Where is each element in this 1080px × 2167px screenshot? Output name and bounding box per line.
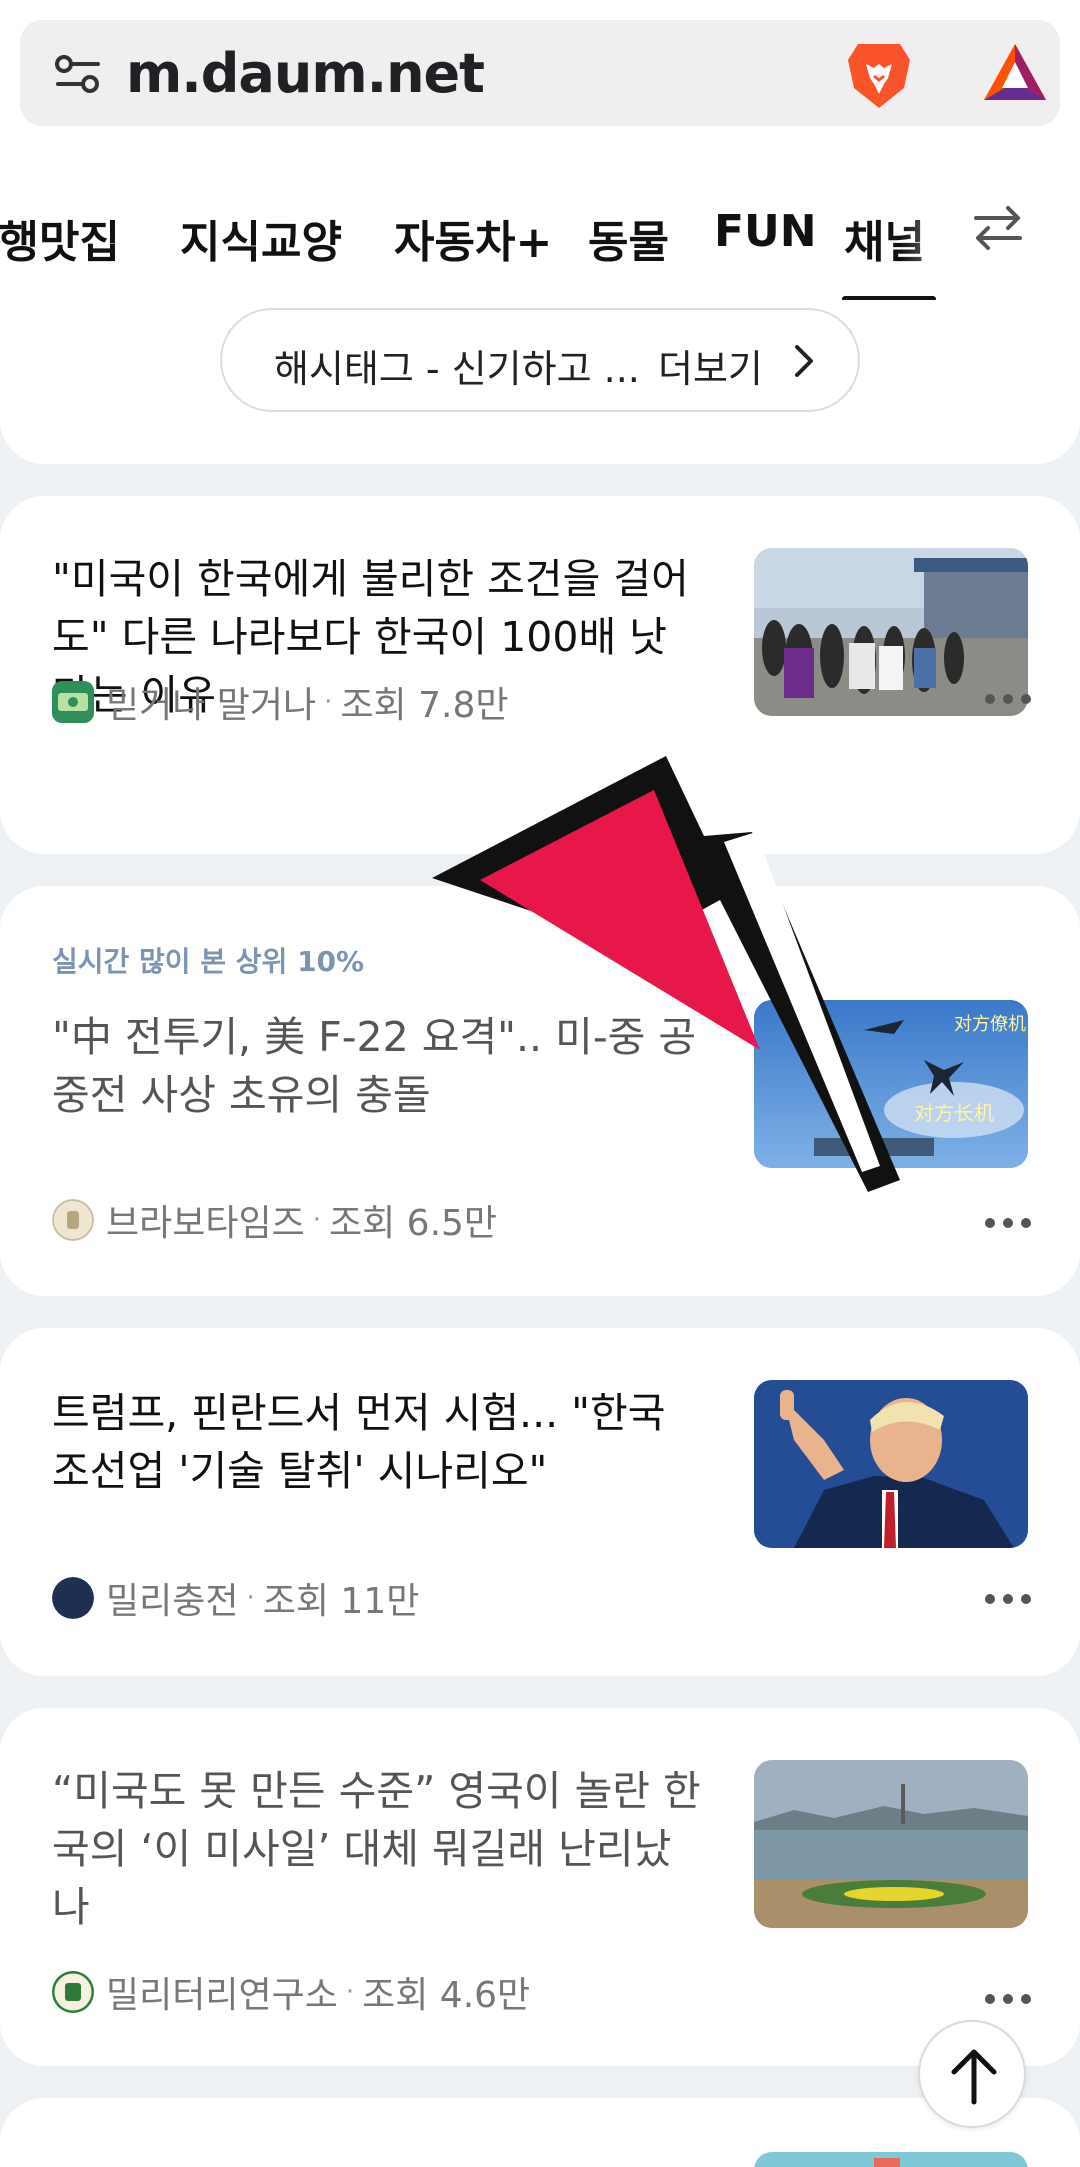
source-avatar — [52, 681, 94, 723]
source-name[interactable]: 브라보타임즈 — [106, 1194, 305, 1246]
article-card[interactable] — [0, 2098, 1080, 2167]
article-card[interactable]: “미국도 못 만든 수준” 영국이 놀란 한국의 ‘이 미사일’ 대체 뭐길래 … — [0, 1708, 1080, 2066]
source-avatar — [52, 1577, 94, 1619]
url-text[interactable]: m.daum.net — [126, 42, 485, 105]
thumb-caption: 对方长机 — [914, 1101, 994, 1125]
view-count: 조회 11만 — [262, 1581, 420, 1622]
article-thumbnail[interactable] — [754, 1760, 1028, 1928]
popular-badge: 실시간 많이 본 상위 10% — [52, 945, 365, 978]
pointer-cursor-icon — [432, 756, 900, 1192]
more-options-icon[interactable] — [984, 692, 1032, 706]
article-card[interactable]: 트럼프, 핀란드서 먼저 시험... "한국 조선업 '기술 탈취' 시나리오"… — [0, 1328, 1080, 1676]
category-tabs: 여행맛집 지식교양 자동차+ 동물 FUN 채널 — [0, 150, 1080, 304]
arrow-up-icon — [951, 2049, 997, 2105]
article-title[interactable]: “미국도 못 만든 수준” 영국이 놀란 한국의 ‘이 미사일’ 대체 뭐길래 … — [52, 1762, 702, 1936]
more-options-icon[interactable] — [984, 1216, 1032, 1230]
article-meta: 브라보타임즈 · 조회 6.5만 — [52, 1198, 497, 1244]
hashtag-card: 해시태그 - 신기하고 ... 더보기 — [0, 300, 1080, 464]
chevron-right-icon — [795, 345, 813, 377]
thumb-caption: 对方僚机 — [954, 1014, 1026, 1035]
tab-travel-food[interactable]: 여행맛집 — [0, 206, 120, 270]
separator-dot: · — [312, 1205, 321, 1235]
article-thumbnail[interactable] — [754, 2152, 1028, 2167]
article-thumbnail[interactable] — [754, 1380, 1028, 1548]
scroll-to-top-button[interactable] — [918, 2020, 1026, 2128]
view-count: 조회 4.6만 — [362, 1975, 531, 2016]
source-avatar — [52, 1199, 94, 1241]
tune-icon[interactable] — [54, 52, 102, 96]
bat-triangle-icon[interactable] — [982, 42, 1048, 104]
tab-cars[interactable]: 자동차+ — [394, 206, 552, 270]
article-meta: 밀리충전 · 조회 11만 — [52, 1576, 419, 1622]
source-name[interactable]: 밀리터리연구소 — [106, 1966, 338, 2018]
more-options-icon[interactable] — [984, 1992, 1032, 2006]
article-thumbnail[interactable] — [754, 548, 1028, 716]
separator-dot: · — [324, 687, 333, 717]
separator-dot: · — [345, 1977, 355, 2007]
browser-toolbar: m.daum.net — [0, 0, 1080, 150]
separator-dot: · — [246, 1583, 255, 1613]
article-title[interactable]: 트럼프, 핀란드서 먼저 시험... "한국 조선업 '기술 탈취' 시나리오" — [52, 1384, 702, 1500]
source-avatar — [52, 1971, 94, 2013]
brave-lion-icon[interactable] — [844, 38, 914, 112]
source-name[interactable]: 밀리충전 — [106, 1572, 238, 1624]
tab-knowledge[interactable]: 지식교양 — [180, 206, 342, 270]
more-label: 더보기 — [658, 347, 763, 391]
tab-animals[interactable]: 동물 — [588, 206, 669, 270]
source-name[interactable]: 믿거나 말거나 — [106, 676, 316, 728]
article-meta: 믿거나 말거나 · 조회 7.8만 — [52, 680, 509, 726]
view-count: 조회 6.5만 — [329, 1203, 498, 1244]
hashtag-label: 해시태그 - 신기하고 ... — [274, 347, 640, 391]
tab-fun[interactable]: FUN — [714, 206, 817, 257]
swap-arrows-icon[interactable] — [970, 200, 1026, 256]
address-bar[interactable]: m.daum.net — [20, 20, 1060, 126]
hashtag-more-pill[interactable]: 해시태그 - 신기하고 ... 더보기 — [220, 308, 860, 412]
more-options-icon[interactable] — [984, 1592, 1032, 1606]
view-count: 조회 7.8만 — [340, 685, 509, 726]
article-meta: 밀리터리연구소 · 조회 4.6만 — [52, 1970, 530, 2016]
